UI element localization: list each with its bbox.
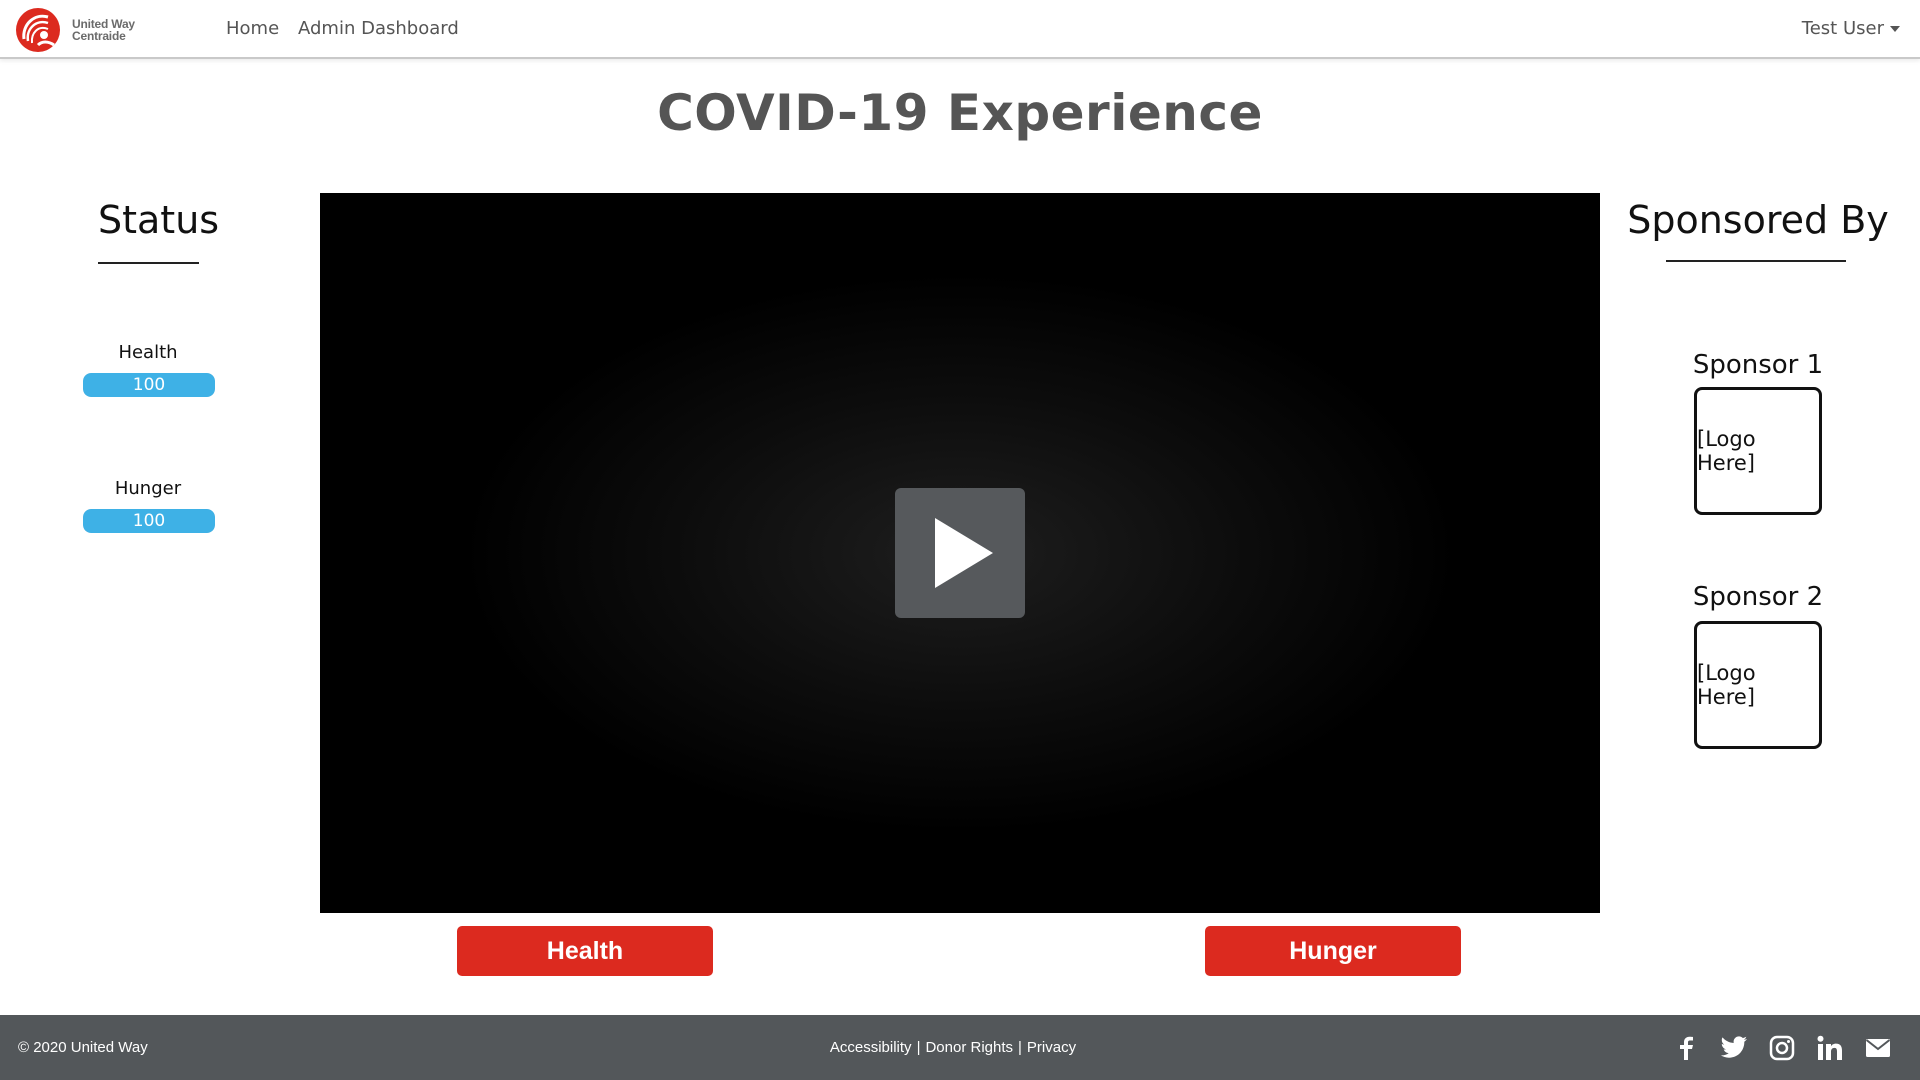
chevron-down-icon — [1890, 25, 1900, 32]
page-title: COVID-19 Experience — [657, 84, 1263, 142]
play-icon — [935, 518, 993, 588]
instagram-icon[interactable] — [1768, 1034, 1796, 1062]
user-name: Test User — [1801, 18, 1884, 39]
footer: © 2020 United Way Accessibility | Donor Ri… — [0, 1015, 1920, 1080]
footer-links: Accessibility | Donor Rights | Privacy — [0, 1039, 1906, 1056]
linkedin-icon[interactable] — [1816, 1034, 1844, 1062]
hunger-choice-button[interactable]: Hunger — [1205, 926, 1461, 976]
stat-label-hunger: Hunger — [114, 478, 182, 499]
play-button[interactable] — [895, 488, 1025, 618]
email-icon[interactable] — [1864, 1034, 1892, 1062]
sponsor-1-logo: [Logo Here] — [1694, 387, 1822, 515]
user-menu[interactable]: Test User — [1802, 18, 1900, 39]
footer-separator: | — [916, 1039, 921, 1056]
stat-bar-health: 100 — [83, 373, 215, 397]
twitter-icon[interactable] — [1720, 1034, 1748, 1062]
sponsor-1-name: Sponsor 1 — [1692, 350, 1824, 380]
footer-separator: | — [1018, 1039, 1022, 1056]
sponsored-by-divider — [1666, 260, 1846, 262]
footer-link-accessibility[interactable]: Accessibility — [830, 1039, 912, 1056]
navbar: United Way Centraide Home Admin Dashboar… — [0, 0, 1920, 59]
united-way-logo-icon — [16, 8, 60, 52]
footer-link-donor-rights[interactable]: Donor Rights — [925, 1039, 1013, 1056]
stat-fill-hunger: 100 — [83, 509, 215, 533]
nav-home-link[interactable]: Home — [226, 18, 279, 39]
brand-text: United Way Centraide — [72, 18, 135, 42]
united-way-logo[interactable]: United Way Centraide — [14, 5, 154, 55]
brand-line-2: Centraide — [72, 29, 126, 43]
stat-value-health: 100 — [132, 375, 166, 395]
facebook-icon[interactable] — [1672, 1034, 1700, 1062]
footer-link-privacy[interactable]: Privacy — [1027, 1039, 1076, 1056]
sponsor-2-name: Sponsor 2 — [1692, 582, 1824, 612]
social-links — [1652, 1034, 1892, 1062]
sponsored-by-heading: Sponsored By — [1627, 198, 1889, 242]
stat-bar-hunger: 100 — [83, 509, 215, 533]
status-heading: Status — [98, 198, 220, 242]
video-player[interactable] — [320, 193, 1600, 913]
stat-label-health: Health — [118, 342, 178, 363]
sponsor-2-logo: [Logo Here] — [1694, 621, 1822, 749]
status-divider — [98, 262, 199, 264]
stat-value-hunger: 100 — [132, 511, 166, 531]
nav-admin-dashboard-link[interactable]: Admin Dashboard — [298, 18, 459, 39]
stat-fill-health: 100 — [83, 373, 215, 397]
health-choice-button[interactable]: Health — [457, 926, 713, 976]
